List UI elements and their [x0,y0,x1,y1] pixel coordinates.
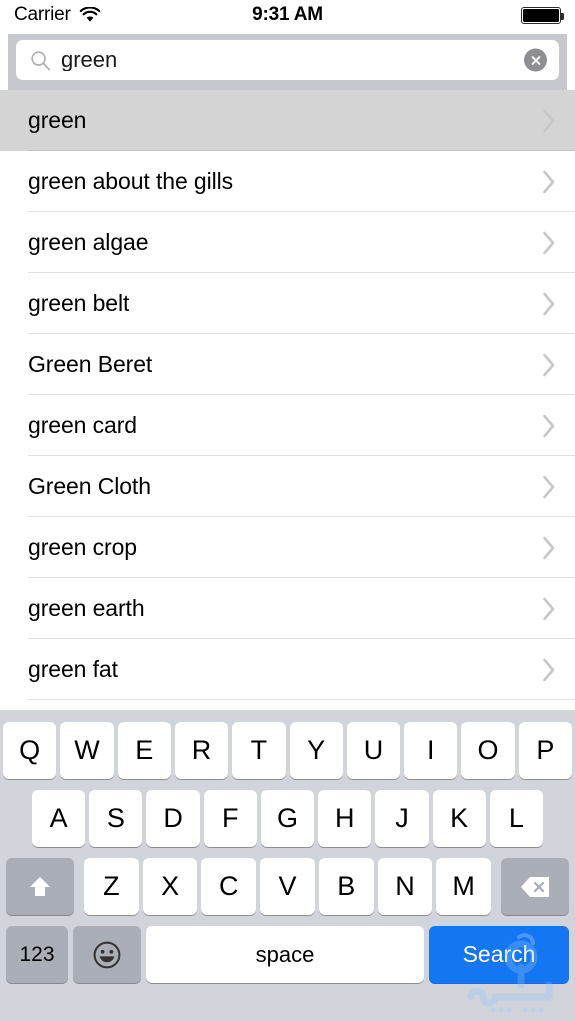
chevron-right-icon [541,230,557,256]
key-o[interactable]: O [461,722,515,779]
search-results-list[interactable]: green green about the gills green algae gre… [0,90,575,703]
status-bar-left: Carrier [14,4,101,26]
backspace-delete-icon[interactable] [501,858,569,915]
table-row[interactable]: Green Beret [0,334,575,395]
chevron-right-icon [541,352,557,378]
clear-search-button[interactable] [524,48,547,72]
table-row[interactable]: green algae [0,212,575,273]
chevron-right-icon [541,474,557,500]
key-w[interactable]: W [60,722,114,779]
numeric-mode-key[interactable]: 123 [6,926,68,983]
result-label: green earth [28,595,145,621]
chevron-right-icon [541,108,557,134]
table-row[interactable]: Green Cloth [0,456,575,517]
table-row[interactable]: green earth [0,578,575,639]
keyboard-row-3-letters: ZXCVBNM [84,858,492,915]
status-bar: Carrier 9:31 AM [0,0,575,30]
chevron-right-icon [541,413,557,439]
battery-full-icon [521,6,564,24]
search-input[interactable]: green [61,49,117,71]
search-magnifier-icon [30,50,51,71]
result-label: green about the gills [28,168,234,194]
table-row[interactable]: green belt [0,273,575,334]
keyboard-row-2: ASDFGHJKL [0,779,575,847]
chevron-right-icon [541,657,557,683]
keyboard-row-4: 123 space Search [0,915,575,983]
chevron-right-icon [541,535,557,561]
wifi-icon [79,6,101,23]
result-label: Green Cloth [28,473,151,499]
row-separator [28,699,575,700]
table-row[interactable]: green card [0,395,575,456]
software-keyboard[interactable]: QWERTYUIOP ASDFGHJKL ZXCVBNM 123 space S… [0,710,575,1021]
table-row[interactable]: green [0,90,575,151]
key-f[interactable]: F [203,790,257,847]
search-field[interactable]: green [16,40,559,80]
key-k[interactable]: K [432,790,486,847]
key-z[interactable]: Z [84,858,139,915]
key-r[interactable]: R [174,722,229,779]
result-label: green belt [28,290,130,316]
status-bar-right [521,6,564,24]
key-x[interactable]: X [142,858,198,915]
key-e[interactable]: E [117,722,171,779]
key-b[interactable]: B [318,858,374,915]
keyboard-row-3: ZXCVBNM [0,847,575,915]
key-u[interactable]: U [346,722,401,779]
key-p[interactable]: P [518,722,572,779]
carrier-label: Carrier [14,4,71,25]
result-label: green fat [28,656,118,682]
key-t[interactable]: T [232,722,286,779]
result-label: Green Beret [28,351,153,377]
key-s[interactable]: S [89,790,143,847]
app-root: Carrier 9:31 AM green green green about … [0,0,575,1021]
key-y[interactable]: Y [289,722,343,779]
chevron-right-icon [541,596,557,622]
key-j[interactable]: J [375,790,429,847]
result-label: green [28,107,87,133]
table-row[interactable]: green crop [0,517,575,578]
key-d[interactable]: D [146,790,200,847]
key-c[interactable]: C [201,858,257,915]
keyboard-row-1: QWERTYUIOP [0,716,575,779]
key-h[interactable]: H [318,790,372,847]
key-q[interactable]: Q [3,722,57,779]
chevron-right-icon [541,291,557,317]
search-key[interactable]: Search [429,926,569,983]
key-a[interactable]: A [32,790,86,847]
search-bar: green [8,34,567,90]
result-label: green algae [28,229,149,255]
table-row[interactable]: green about the gills [0,151,575,212]
key-v[interactable]: V [260,858,315,915]
chevron-right-icon [541,169,557,195]
emoji-smiley-icon[interactable] [73,926,141,983]
key-n[interactable]: N [377,858,433,915]
key-m[interactable]: M [436,858,492,915]
key-l[interactable]: L [489,790,543,847]
space-key[interactable]: space [146,926,424,983]
shift-up-arrow-icon[interactable] [6,858,74,915]
result-label: green card [28,412,137,438]
key-i[interactable]: I [404,722,458,779]
result-label: green crop [28,534,137,560]
key-g[interactable]: G [260,790,315,847]
table-row[interactable]: green fat [0,639,575,700]
